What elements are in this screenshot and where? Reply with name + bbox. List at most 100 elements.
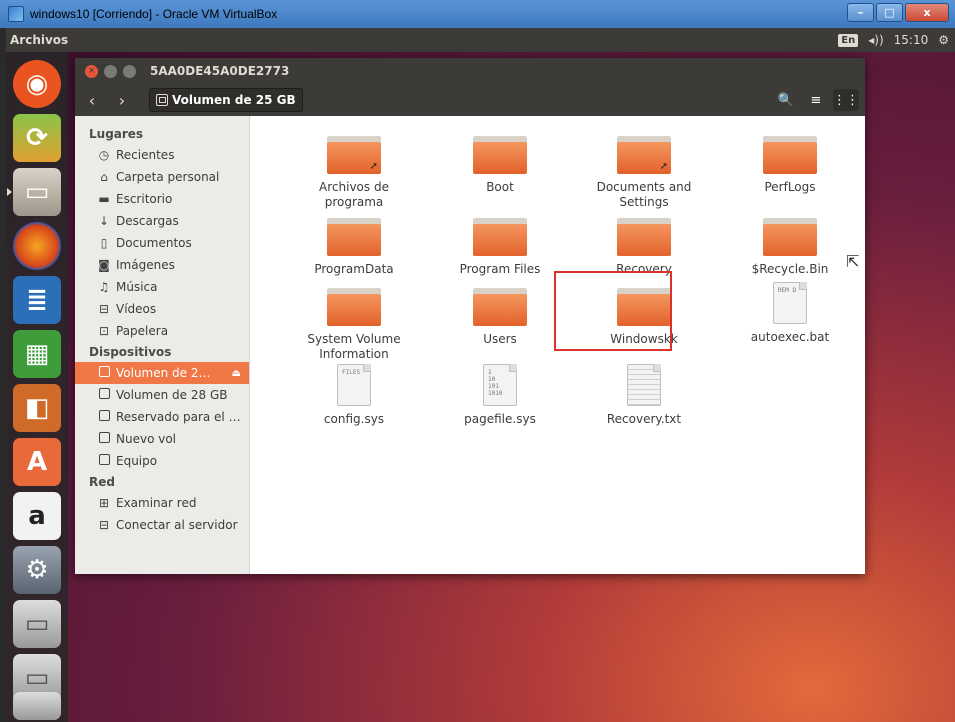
sidebar-item-label: Carpeta personal xyxy=(116,170,220,184)
software-center-icon[interactable]: A xyxy=(13,438,61,486)
file-name: autoexec.bat xyxy=(750,330,830,344)
grid-view-button[interactable]: ⋮⋮ xyxy=(833,89,859,111)
drive-icon xyxy=(97,432,111,446)
unity-launcher: ◉ ⟳ ▭ ≣ ▦ ◧ A a ⚙ ▭ ▭ xyxy=(6,52,68,722)
file-name: Program Files xyxy=(459,262,541,276)
close-window-button[interactable]: × xyxy=(85,64,98,78)
sidebar-item-examinar-red[interactable]: ⊞ Examinar red xyxy=(75,492,249,514)
sidebar-item-nuevo-vol[interactable]: Nuevo vol xyxy=(75,428,249,450)
file-item[interactable]: ProgramData xyxy=(288,218,420,277)
file-item[interactable]: Boot xyxy=(434,136,566,195)
ubuntu-top-panel: Archivos En ◂)) 15:10 ⚙ xyxy=(6,28,955,52)
file-item[interactable]: $Recycle.Bin xyxy=(724,218,856,277)
sidebar-item-escritorio[interactable]: ▬ Escritorio xyxy=(75,188,249,210)
minimize-window-button[interactable] xyxy=(104,64,117,78)
file-name: $Recycle.Bin xyxy=(751,262,829,276)
search-button[interactable]: 🔍 xyxy=(773,89,799,111)
window-body: Lugares ◷ Recientes ⌂ Carpeta personal ▬ Es… xyxy=(75,116,865,574)
path-bar-button[interactable]: Volumen de 25 GB xyxy=(149,88,303,112)
window-titlebar: × 5AA0DE45A0DE2773 xyxy=(75,58,865,84)
running-indicator xyxy=(7,188,12,196)
sidebar-item-volumen-25[interactable]: Volumen de 2… ⏏ xyxy=(75,362,249,384)
folder-icon xyxy=(327,218,381,256)
file-item[interactable]: REM D autoexec.bat xyxy=(724,282,856,345)
drive-icon xyxy=(97,388,111,402)
file-item[interactable]: Program Files xyxy=(434,218,566,277)
file-name: Archivos de programa xyxy=(319,180,389,209)
sidebar-item-label: Volumen de 28 GB xyxy=(116,388,228,402)
libreoffice-writer-icon[interactable]: ≣ xyxy=(13,276,61,324)
sidebar-item-descargas[interactable]: ↓ Descargas xyxy=(75,210,249,232)
volume-icon[interactable]: ◂)) xyxy=(868,33,883,47)
sidebar-item-imagenes[interactable]: ◙ Imágenes xyxy=(75,254,249,276)
keyboard-indicator[interactable]: En xyxy=(838,33,859,47)
sidebar-item-label: Conectar al servidor xyxy=(116,518,238,532)
file-item[interactable]: PerfLogs xyxy=(724,136,856,195)
clock[interactable]: 15:10 xyxy=(894,33,929,47)
sidebar-item-videos[interactable]: ⊟ Vídeos xyxy=(75,298,249,320)
file-name: Boot xyxy=(486,180,514,194)
file-item[interactable]: ➚ Documents and Settings xyxy=(578,136,710,210)
dash-home-icon[interactable]: ◉ xyxy=(13,60,61,108)
sidebar-item-reservado[interactable]: Reservado para el … xyxy=(75,406,249,428)
clock-icon: ◷ xyxy=(98,148,110,162)
text-document-icon xyxy=(627,364,661,406)
system-settings-icon[interactable]: ⚙ xyxy=(13,546,61,594)
text-file-icon: FILES xyxy=(337,364,371,406)
file-item[interactable]: FILES config.sys xyxy=(288,364,420,427)
sidebar-heading-dispositivos: Dispositivos xyxy=(89,345,172,359)
eject-icon[interactable]: ⏏ xyxy=(232,368,241,379)
highlight-box xyxy=(554,271,672,351)
sidebar-item-label: Equipo xyxy=(116,454,158,468)
sidebar-item-recientes[interactable]: ◷ Recientes xyxy=(75,144,249,166)
path-label: Volumen de 25 GB xyxy=(172,93,296,107)
libreoffice-calc-icon[interactable]: ▦ xyxy=(13,330,61,378)
host-maximize-button[interactable]: □ xyxy=(876,3,903,22)
binary-file-icon: 1 10 101 1010 xyxy=(483,364,517,406)
drive-icon[interactable] xyxy=(13,692,61,720)
file-name: Documents and Settings xyxy=(596,180,692,209)
maximize-window-button[interactable] xyxy=(123,64,136,78)
drive-icon xyxy=(97,410,111,424)
file-item[interactable]: 1 10 101 1010 pagefile.sys xyxy=(434,364,566,427)
drive-icon[interactable]: ▭ xyxy=(13,600,61,648)
folder-icon xyxy=(473,288,527,326)
folder-icon xyxy=(617,218,671,256)
sidebar-item-label: Volumen de 2… xyxy=(116,366,211,380)
sidebar-item-conectar-servidor[interactable]: ⊟ Conectar al servidor xyxy=(75,514,249,536)
sidebar-item-volumen-28[interactable]: Volumen de 28 GB xyxy=(75,384,249,406)
file-name: pagefile.sys xyxy=(464,412,536,426)
server-icon: ⊟ xyxy=(98,518,110,532)
amazon-icon[interactable]: a xyxy=(13,492,61,540)
software-updater-icon[interactable]: ⟳ xyxy=(13,114,61,162)
folder-icon xyxy=(473,218,527,256)
libreoffice-impress-icon[interactable]: ◧ xyxy=(13,384,61,432)
virtualbox-icon xyxy=(8,6,24,22)
places-sidebar: Lugares ◷ Recientes ⌂ Carpeta personal ▬ Es… xyxy=(75,116,250,574)
host-minimize-button[interactable]: – xyxy=(847,3,874,22)
file-item[interactable]: ➚ Archivos de programa xyxy=(288,136,420,210)
sidebar-item-label: Escritorio xyxy=(116,192,173,206)
drive-icon xyxy=(156,94,168,106)
firefox-icon[interactable] xyxy=(13,222,61,270)
file-item[interactable]: Recovery xyxy=(578,218,710,277)
file-item[interactable]: Users xyxy=(434,288,566,347)
sidebar-item-equipo[interactable]: Equipo xyxy=(75,450,249,472)
sidebar-item-musica[interactable]: ♫ Música xyxy=(75,276,249,298)
file-item[interactable]: Recovery.txt xyxy=(578,364,710,427)
host-close-button[interactable]: x xyxy=(905,3,949,22)
file-item[interactable]: System Volume Information xyxy=(288,288,420,362)
sidebar-item-documentos[interactable]: ▯ Documentos xyxy=(75,232,249,254)
sidebar-item-label: Música xyxy=(116,280,158,294)
folder-icon xyxy=(763,218,817,256)
sidebar-item-papelera[interactable]: ⊡ Papelera xyxy=(75,320,249,342)
back-button[interactable]: ‹ xyxy=(79,89,105,111)
sidebar-item-label: Vídeos xyxy=(116,302,157,316)
list-view-button[interactable]: ≡ xyxy=(803,89,829,111)
session-gear-icon[interactable]: ⚙ xyxy=(938,33,949,47)
files-icon[interactable]: ▭ xyxy=(13,168,61,216)
window-title: 5AA0DE45A0DE2773 xyxy=(150,64,290,78)
sidebar-item-carpeta-personal[interactable]: ⌂ Carpeta personal xyxy=(75,166,249,188)
forward-button[interactable]: › xyxy=(109,89,135,111)
host-titlebar: windows10 [Corriendo] - Oracle VM Virtua… xyxy=(0,0,955,28)
